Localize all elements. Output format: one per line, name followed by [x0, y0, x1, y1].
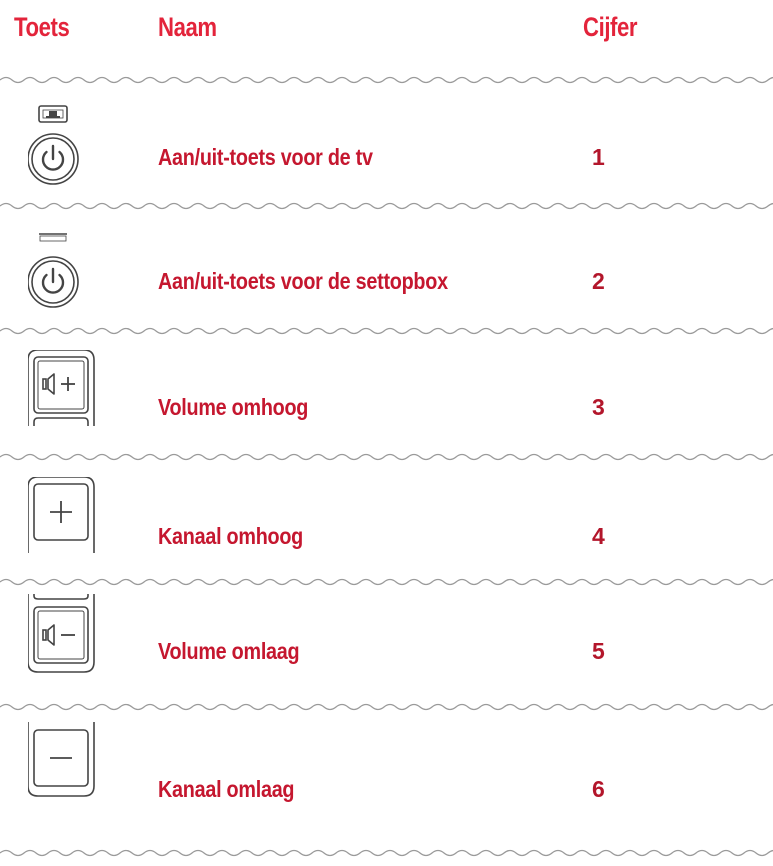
divider	[0, 578, 773, 586]
column-header-naam: Naam	[158, 12, 217, 42]
divider	[0, 327, 773, 335]
table-row: Volume omlaag 5	[0, 594, 773, 694]
channel-down-icon	[28, 722, 95, 797]
row-name: Volume omlaag	[158, 638, 300, 664]
divider	[0, 76, 773, 84]
row-number: 2	[592, 268, 605, 294]
row-number: 4	[592, 523, 605, 549]
row-number: 6	[592, 776, 605, 802]
channel-up-icon	[28, 477, 95, 553]
divider	[0, 703, 773, 711]
table-row: Aan/uit-toets voor de settopbox 2	[0, 226, 773, 326]
divider	[0, 453, 773, 461]
settopbox-power-icon	[28, 233, 79, 308]
volume-up-icon	[28, 350, 95, 426]
table-row: Kanaal omhoog 4	[0, 477, 773, 577]
row-name: Kanaal omlaag	[158, 776, 295, 802]
table-row: Kanaal omlaag 6	[0, 722, 773, 822]
row-number: 1	[592, 144, 605, 170]
row-number: 3	[592, 394, 605, 420]
row-name: Volume omhoog	[158, 394, 309, 420]
column-header-cijfer: Cijfer	[583, 12, 638, 42]
volume-down-icon	[28, 594, 95, 673]
tv-power-icon	[28, 105, 79, 185]
row-name: Kanaal omhoog	[158, 523, 304, 549]
row-name: Aan/uit-toets voor de tv	[158, 144, 373, 170]
table-row: Volume omhoog 3	[0, 350, 773, 450]
table-row: Aan/uit-toets voor de tv 1	[0, 102, 773, 202]
row-number: 5	[592, 638, 605, 664]
divider	[0, 849, 773, 857]
row-name: Aan/uit-toets voor de settopbox	[158, 268, 448, 294]
column-header-toets: Toets	[14, 12, 70, 42]
